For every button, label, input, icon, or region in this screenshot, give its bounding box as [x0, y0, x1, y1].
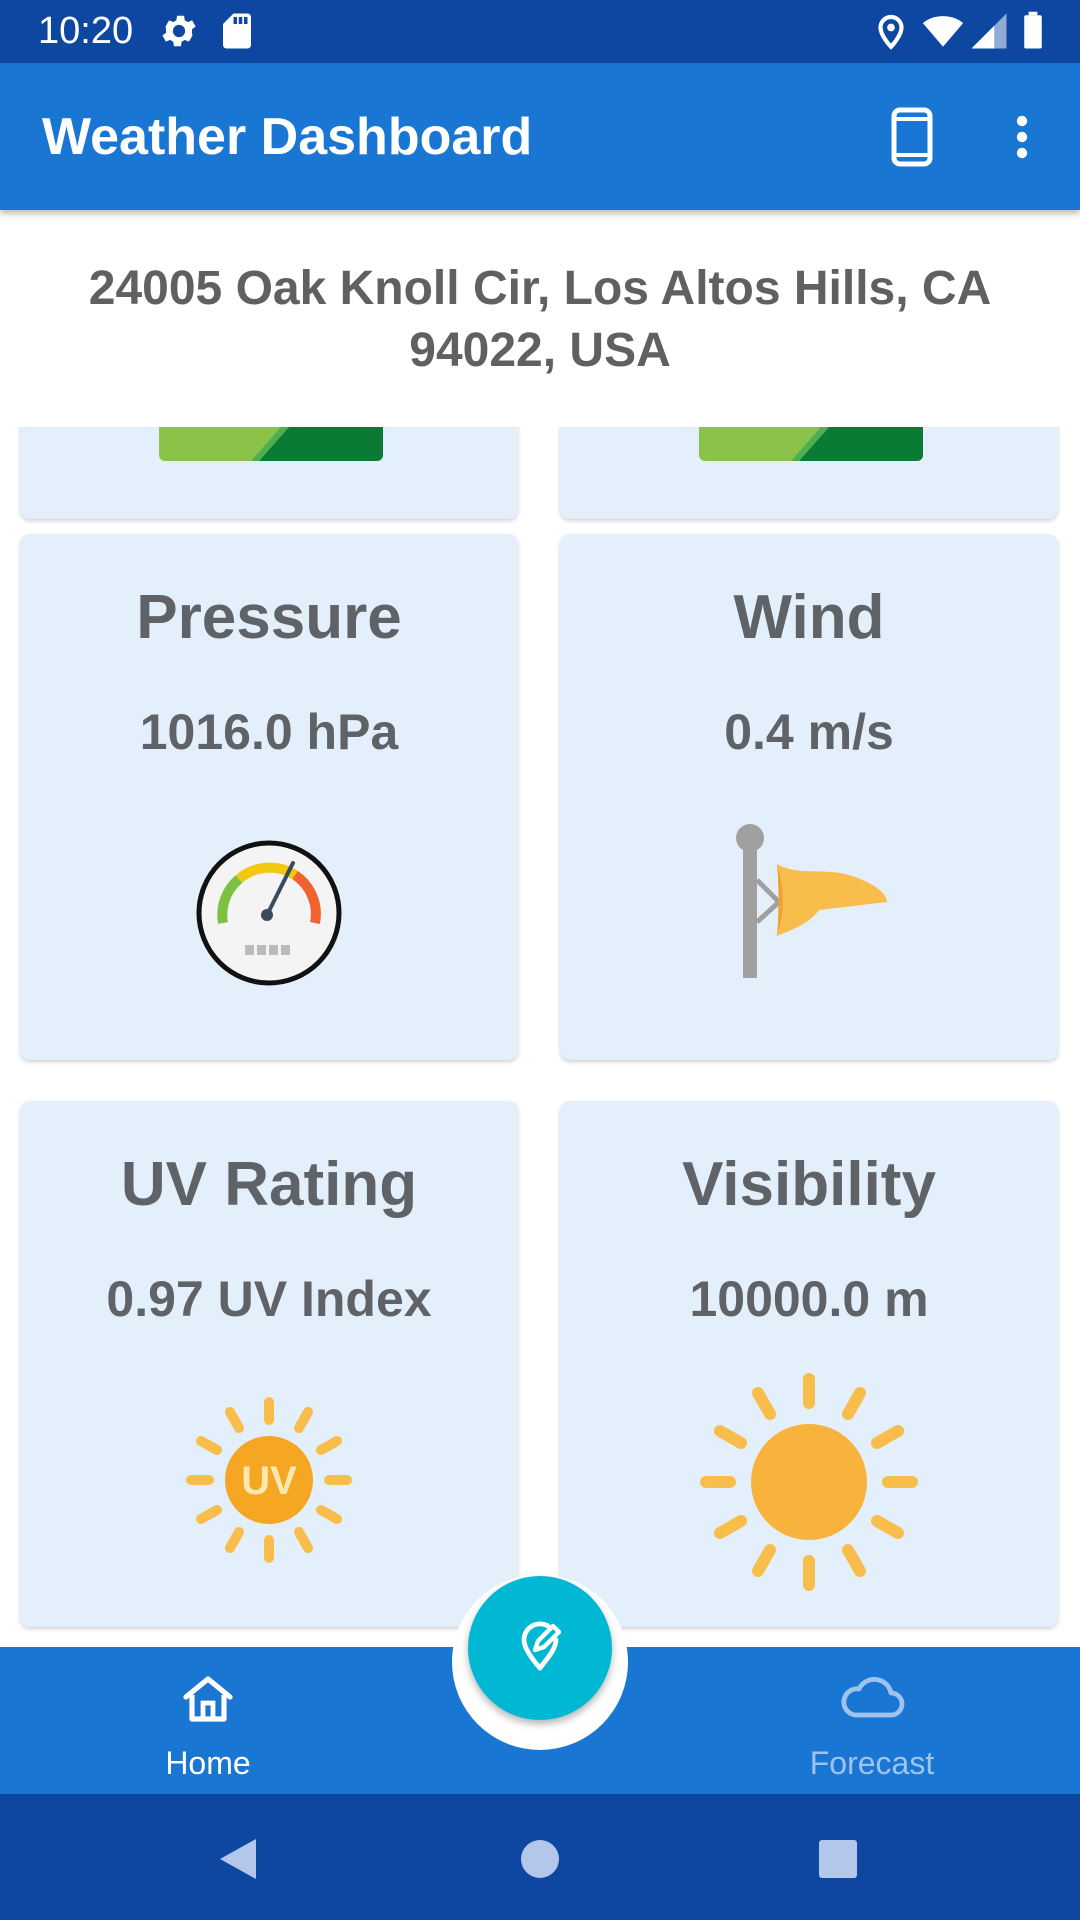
app-title: Weather Dashboard [42, 108, 533, 166]
cards-scroll-area[interactable]: Pressure 1016.0 hPa Wind 0.4 m/s UV Rati… [0, 427, 1080, 1647]
nav-item-forecast[interactable]: Forecast [722, 1647, 1022, 1794]
status-bar: 10:20 [0, 0, 1080, 63]
card-title: Visibility [682, 1150, 936, 1219]
partial-card-graphic [159, 427, 383, 461]
wifi-icon [922, 10, 964, 52]
location-icon [870, 10, 912, 52]
back-icon[interactable] [208, 1829, 268, 1889]
card-value: 10000.0 m [689, 1271, 929, 1327]
uv-icon-text: UV [241, 1459, 297, 1503]
app-bar: Weather Dashboard [0, 63, 1080, 210]
more-vert-icon[interactable] [984, 99, 1060, 175]
pressure-card[interactable]: Pressure 1016.0 hPa [20, 534, 518, 1060]
wind-card[interactable]: Wind 0.4 m/s [560, 534, 1058, 1060]
phone-icon[interactable] [874, 99, 950, 175]
card-value: 1016.0 hPa [139, 704, 399, 760]
partial-card-right [560, 427, 1058, 519]
card-value: 0.4 m/s [724, 704, 894, 760]
nav-item-home[interactable]: Home [58, 1647, 358, 1794]
sun-icon [560, 1373, 1058, 1591]
cloud-icon [722, 1673, 1022, 1721]
system-navigation-bar [0, 1794, 1080, 1920]
card-title: UV Rating [120, 1150, 418, 1219]
sd-card-icon [216, 10, 258, 52]
battery-icon [1012, 10, 1054, 52]
signal-icon [968, 10, 1010, 52]
card-title: Pressure [136, 583, 402, 652]
uv-card[interactable]: UV Rating 0.97 UV Index UV [20, 1101, 518, 1627]
nav-label-home: Home [165, 1745, 251, 1781]
partial-card-left [20, 427, 518, 519]
pressure-gauge-icon [20, 839, 518, 987]
windsock-icon [560, 824, 1058, 980]
card-title: Wind [733, 583, 885, 652]
edit-location-fab[interactable] [468, 1576, 612, 1720]
nav-label-forecast: Forecast [809, 1745, 935, 1781]
card-value: 0.97 UV Index [106, 1271, 432, 1327]
visibility-card[interactable]: Visibility 10000.0 m [560, 1101, 1058, 1627]
home-circle-icon[interactable] [510, 1829, 570, 1889]
recents-icon[interactable] [808, 1829, 868, 1889]
edit-location-icon [512, 1618, 568, 1679]
settings-icon [158, 10, 200, 52]
status-time: 10:20 [38, 10, 134, 52]
partial-card-graphic [699, 427, 923, 461]
uv-sun-icon: UV [20, 1396, 518, 1564]
address-heading: 24005 Oak Knoll Cir, Los Altos Hills, CA… [88, 262, 992, 377]
home-icon [58, 1673, 358, 1725]
